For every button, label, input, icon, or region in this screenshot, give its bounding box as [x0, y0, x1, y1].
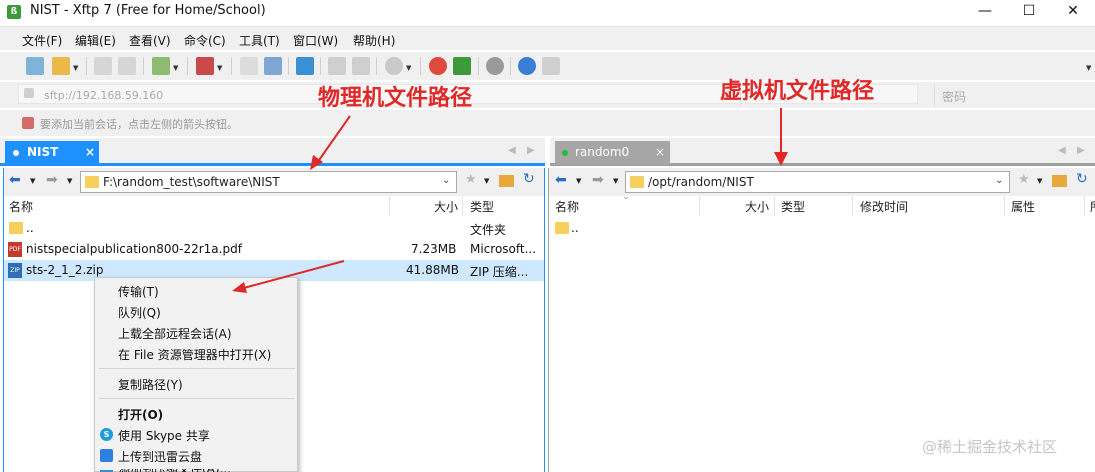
watermark: @稀土掘金技术社区 [922, 438, 1058, 456]
arrow-to-local-path [310, 115, 351, 170]
annotation-arrows [232, 108, 788, 293]
arrow-to-selected-file [232, 260, 345, 293]
arrow-to-remote-path [774, 108, 788, 166]
